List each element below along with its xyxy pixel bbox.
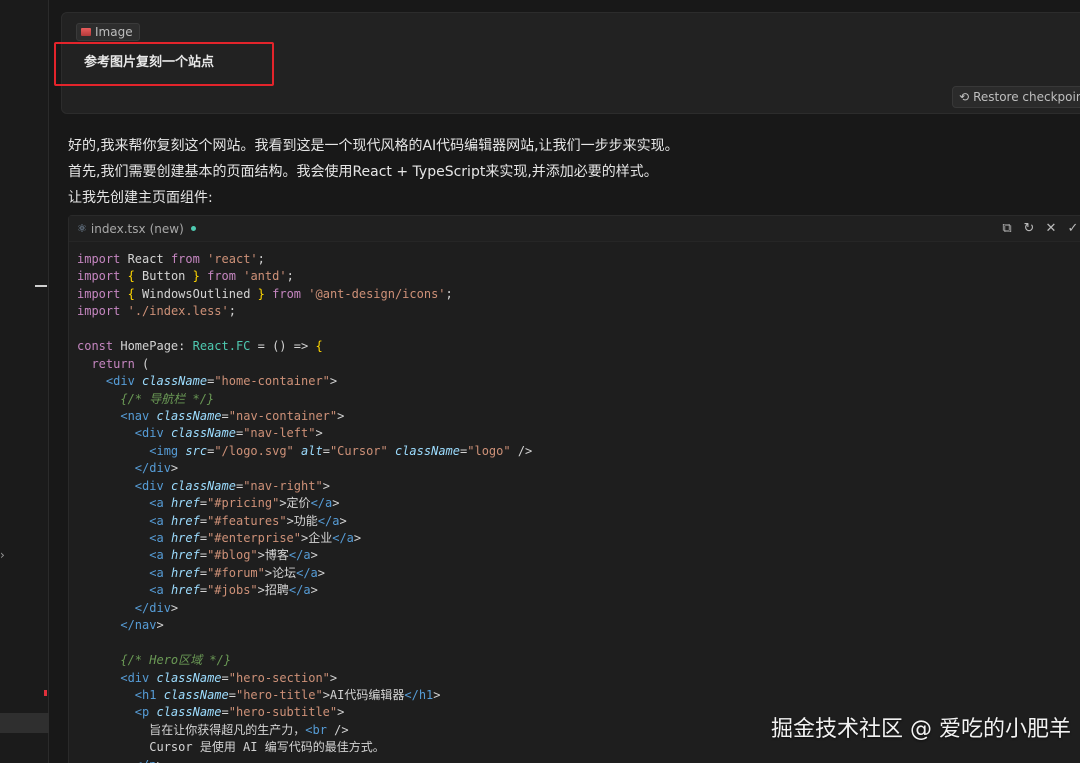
restore-checkpoint-button[interactable]: ⟲ Restore checkpoint — [952, 86, 1080, 108]
code-line: </nav> — [120, 618, 164, 633]
code-line: <img src="/logo.svg" alt="Cursor" classN… — [149, 443, 533, 458]
code-line: <div className="hero-section"> — [120, 670, 338, 685]
code-line: <div className="nav-right"> — [134, 478, 330, 493]
code-block: ⚛ index.tsx (new) ⧉ ↻ ✕ ✓ import React f… — [68, 215, 1080, 763]
reject-icon[interactable]: ✕ — [1045, 221, 1057, 236]
unsaved-dot-icon — [190, 226, 196, 231]
left-gutter: › — [0, 0, 49, 763]
restore-icon: ⟲ — [959, 90, 970, 104]
image-attachment-chip[interactable]: Image — [76, 23, 140, 41]
code-line: </p> — [77, 757, 1080, 763]
code-block-header: ⚛ index.tsx (new) ⧉ ↻ ✕ ✓ — [69, 216, 1080, 242]
code-line: return ( — [91, 356, 150, 371]
selected-gutter-row — [0, 713, 49, 733]
code-block-actions: ⧉ ↻ ✕ ✓ — [1001, 221, 1079, 236]
reapply-icon[interactable]: ↻ — [1023, 221, 1035, 236]
image-icon — [81, 28, 91, 36]
code-line: <a href="#blog">博客</a> — [149, 548, 318, 563]
assistant-line: 首先,我们需要创建基本的页面结构。我会使用React + TypeScript来… — [68, 164, 658, 180]
code-line: <div className="nav-left"> — [134, 426, 323, 441]
code-line: const HomePage: React.FC = () => { — [77, 339, 323, 354]
code-line: <nav className="nav-container"> — [120, 408, 345, 423]
code-line: <a href="#pricing">定价</a> — [149, 496, 340, 511]
code-line: <a href="#jobs">招聘</a> — [149, 583, 318, 598]
copy-icon[interactable]: ⧉ — [1001, 221, 1013, 236]
chat-panel: Image 参考图片复刻一个站点 ⟲ Restore checkpoint 好的… — [49, 0, 1080, 763]
code-line: import './index.less'; — [77, 304, 236, 319]
user-message-text: 参考图片复刻一个站点 — [84, 55, 215, 70]
chevron-right-icon[interactable]: › — [0, 548, 5, 562]
watermark-text: 掘金技术社区 @ 爱吃的小肥羊 — [771, 717, 1071, 742]
code-line: <a href="#forum">论坛</a> — [149, 565, 326, 580]
collapse-dash[interactable] — [35, 285, 47, 287]
file-status: (new) — [149, 221, 184, 236]
file-name: index.tsx — [90, 221, 146, 236]
code-line: import { Button } from 'antd'; — [77, 269, 294, 284]
user-message-card: Image 参考图片复刻一个站点 — [54, 12, 1080, 114]
code-line: import React from 'react'; — [77, 252, 265, 266]
code-line: <a href="#enterprise">企业</a> — [149, 531, 362, 545]
attachment-label: Image — [95, 25, 133, 39]
react-file-icon: ⚛ — [77, 222, 87, 235]
code-line: {/* Hero区域 */} — [120, 653, 232, 668]
assistant-message: 好的,我来帮你复刻这个网站。我看到这是一个现代风格的AI代码编辑器网站,让我们一… — [68, 133, 1068, 211]
error-marker — [44, 690, 47, 696]
code-line: import { WindowsOutlined } from '@ant-de… — [77, 286, 453, 301]
accept-icon[interactable]: ✓ — [1067, 221, 1079, 236]
restore-label: Restore checkpoint — [973, 90, 1080, 104]
code-content[interactable]: import React from 'react'; import { Butto… — [69, 242, 1080, 763]
assistant-line: 好的,我来帮你复刻这个网站。我看到这是一个现代风格的AI代码编辑器网站,让我们一… — [68, 138, 679, 154]
code-line: </div> — [134, 600, 179, 615]
file-tab[interactable]: ⚛ index.tsx (new) — [77, 222, 196, 236]
assistant-line: 让我先创建主页面组件: — [68, 190, 213, 206]
code-line: </div> — [134, 461, 179, 476]
code-line: <h1 className="hero-title">AI代码编辑器</h1> — [134, 687, 441, 702]
code-line: <a href="#features">功能</a> — [149, 513, 347, 528]
editor-window: › Image 参考图片复刻一个站点 ⟲ Restore checkpoint … — [0, 0, 1080, 763]
code-line: {/* 导航栏 */} — [120, 391, 215, 406]
code-line: <div className="home-container"> — [105, 374, 338, 389]
